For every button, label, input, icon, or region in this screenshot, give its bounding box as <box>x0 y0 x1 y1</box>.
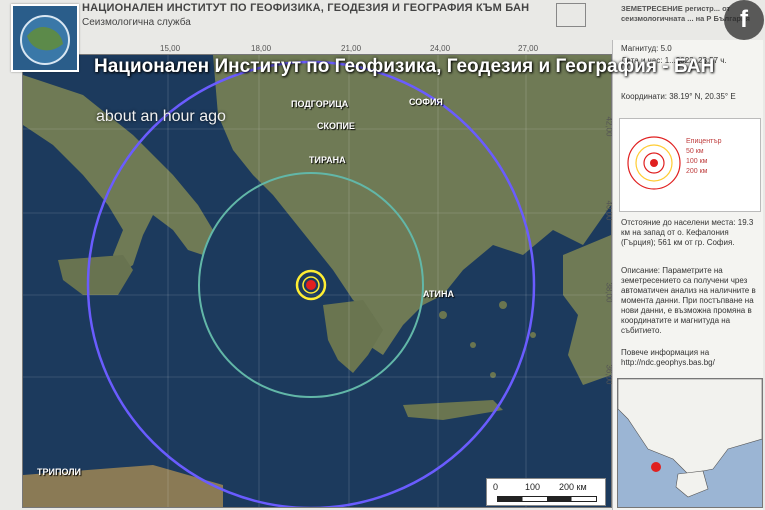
more-info-text: Повече информация на http://ndc.geophys.… <box>621 348 715 367</box>
distance-text: Отстояние до населени места: 19.3 км на … <box>621 218 754 247</box>
coords-text: Координати: 38.19° N, 20.35° E <box>621 92 736 101</box>
lon-label: 15,00 <box>160 44 181 53</box>
place-label: СКОПИЕ <box>317 121 355 131</box>
description-text: Описание: Параметрите на земетресението … <box>621 266 756 335</box>
document-header: НАЦИОНАЛЕН ИНСТИТУТ ПО ГЕОФИЗИКА, ГЕОДЕЗ… <box>80 0 600 42</box>
place-label: ТРИПОЛИ <box>37 467 81 477</box>
legend-box: Епицентър 50 км 100 км 200 км <box>619 118 761 212</box>
lon-label: 27,00 <box>518 44 539 53</box>
legend-item: 50 км <box>686 148 704 155</box>
institute-logo[interactable] <box>11 4 79 72</box>
org-title: НАЦИОНАЛЕН ИНСТИТУТ ПО ГЕОФИЗИКА, ГЕОДЕЗ… <box>82 2 530 14</box>
scale-bar: 0 100 200 км <box>486 478 606 506</box>
place-label: СОФИЯ <box>409 97 443 107</box>
place-label: ПОДГОРИЦА <box>291 99 349 109</box>
info-side-panel: ЗЕМЕТРЕСЕНИЕ регистр... от сеизмологична… <box>612 4 763 510</box>
service-name: Сеизмологична служба <box>82 17 191 28</box>
lon-label: 24,00 <box>430 44 451 53</box>
post-author-title[interactable]: Национален Институт по Геофизика, Геодез… <box>94 54 759 79</box>
scale-mid: 100 <box>525 482 541 492</box>
inset-locator-map <box>617 378 763 508</box>
place-label: ТИРАНА <box>309 155 346 165</box>
place-label: АТИНА <box>423 289 455 299</box>
screenshot-frame: НАЦИОНАЛЕН ИНСТИТУТ ПО ГЕОФИЗИКА, ГЕОДЕЗ… <box>0 0 765 510</box>
legend-item: 100 км <box>686 158 708 165</box>
magnitude-text: Магнитуд: 5.0 <box>621 44 672 53</box>
lon-label: 21,00 <box>341 44 362 53</box>
legend-rings-icon <box>627 136 681 190</box>
scale-end: 200 км <box>559 482 587 492</box>
legend-item: Епицентър <box>686 138 722 145</box>
post-timestamp[interactable]: about an hour ago <box>96 108 226 126</box>
scale-bar-graphic <box>497 496 597 502</box>
lon-label: 18,00 <box>251 44 272 53</box>
epicenter-marker <box>306 280 316 290</box>
scale-zero: 0 <box>493 482 499 492</box>
legend-item: 200 км <box>686 168 708 175</box>
facebook-icon[interactable]: f <box>724 0 764 40</box>
ministry-logo-icon <box>556 3 586 27</box>
